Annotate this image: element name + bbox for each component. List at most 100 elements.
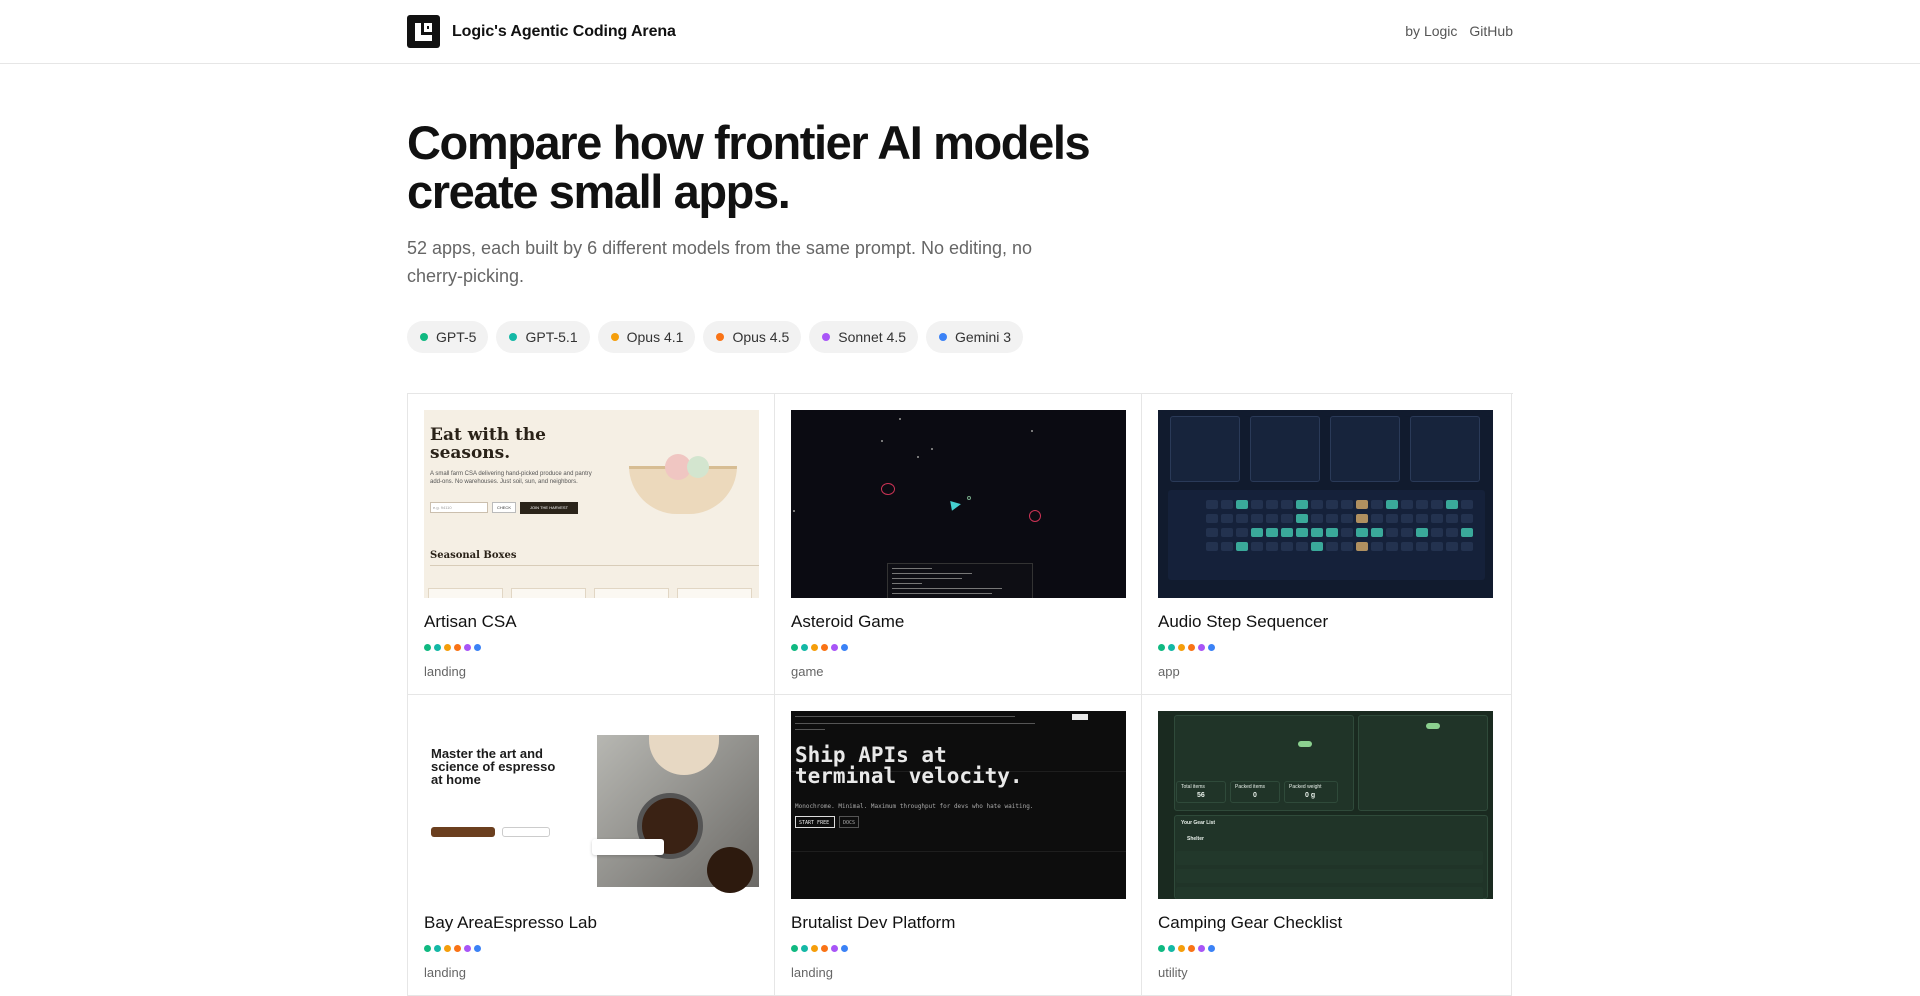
step-cell[interactable] xyxy=(1251,528,1263,537)
step-cell[interactable] xyxy=(1416,514,1428,523)
step-cell[interactable] xyxy=(1251,542,1263,551)
step-cell[interactable] xyxy=(1326,528,1338,537)
step-cell[interactable] xyxy=(1266,528,1278,537)
step-cell[interactable] xyxy=(1371,514,1383,523)
step-cell[interactable] xyxy=(1401,500,1413,509)
model-chip-gpt-5[interactable]: GPT-5 xyxy=(407,321,489,353)
step-cell[interactable] xyxy=(1311,528,1323,537)
step-cell[interactable] xyxy=(1206,542,1218,551)
step-cell[interactable] xyxy=(1356,514,1368,523)
step-cell[interactable] xyxy=(1341,514,1353,523)
step-cell[interactable] xyxy=(1461,528,1473,537)
step-cell[interactable] xyxy=(1296,528,1308,537)
step-cell[interactable] xyxy=(1281,528,1293,537)
model-chip-opus-4-1[interactable]: Opus 4.1 xyxy=(597,321,696,353)
model-chip-gpt-5-1[interactable]: GPT-5.1 xyxy=(496,321,590,353)
step-cell[interactable] xyxy=(1311,514,1323,523)
step-cell[interactable] xyxy=(1251,500,1263,509)
step-cell[interactable] xyxy=(1401,528,1413,537)
step-cell[interactable] xyxy=(1446,514,1458,523)
step-cell[interactable] xyxy=(1461,514,1473,523)
step-cell[interactable] xyxy=(1221,500,1233,509)
step-cell[interactable] xyxy=(1206,500,1218,509)
step-cell[interactable] xyxy=(1431,528,1443,537)
step-cell[interactable] xyxy=(1461,500,1473,509)
step-cell[interactable] xyxy=(1386,500,1398,509)
step-cell[interactable] xyxy=(1236,528,1248,537)
step-cell[interactable] xyxy=(1446,542,1458,551)
app-preview-thumbnail[interactable]: Ship APIs at terminal velocity. Monochro… xyxy=(791,711,1126,899)
step-cell[interactable] xyxy=(1236,542,1248,551)
step-cell[interactable] xyxy=(1326,542,1338,551)
step-cell[interactable] xyxy=(1386,542,1398,551)
step-cell[interactable] xyxy=(1356,542,1368,551)
app-title[interactable]: Asteroid Game xyxy=(791,612,1125,632)
step-cell[interactable] xyxy=(1266,500,1278,509)
app-title[interactable]: Artisan CSA xyxy=(424,612,758,632)
step-cell[interactable] xyxy=(1206,514,1218,523)
step-cell[interactable] xyxy=(1431,542,1443,551)
step-cell[interactable] xyxy=(1371,528,1383,537)
app-card-bay-area-espresso-lab[interactable]: Master the art and science of espresso a… xyxy=(408,695,775,996)
step-cell[interactable] xyxy=(1221,528,1233,537)
step-cell[interactable] xyxy=(1401,542,1413,551)
model-chip-opus-4-5[interactable]: Opus 4.5 xyxy=(703,321,802,353)
step-cell[interactable] xyxy=(1311,500,1323,509)
step-cell[interactable] xyxy=(1236,500,1248,509)
step-cell[interactable] xyxy=(1341,542,1353,551)
nav-link-github[interactable]: GitHub xyxy=(1469,23,1513,39)
step-cell[interactable] xyxy=(1401,514,1413,523)
brand[interactable]: Logic's Agentic Coding Arena xyxy=(407,15,676,48)
step-cell[interactable] xyxy=(1326,500,1338,509)
step-cell[interactable] xyxy=(1386,514,1398,523)
step-cell[interactable] xyxy=(1431,500,1443,509)
app-title[interactable]: Camping Gear Checklist xyxy=(1158,913,1495,933)
step-cell[interactable] xyxy=(1311,542,1323,551)
app-card-audio-step-sequencer[interactable]: Audio Step Sequencer app xyxy=(1142,394,1512,695)
app-card-camping-gear-checklist[interactable]: Total items 56 Packed items 0 Packed wei… xyxy=(1142,695,1512,996)
step-cell[interactable] xyxy=(1431,514,1443,523)
model-chip-gemini-3[interactable]: Gemini 3 xyxy=(926,321,1024,353)
app-title[interactable]: Bay AreaEspresso Lab xyxy=(424,913,758,933)
step-cell[interactable] xyxy=(1371,500,1383,509)
step-cell[interactable] xyxy=(1266,514,1278,523)
app-preview-thumbnail[interactable] xyxy=(1158,410,1493,598)
step-cell[interactable] xyxy=(1386,528,1398,537)
nav-link-by-logic[interactable]: by Logic xyxy=(1405,23,1457,39)
app-preview-thumbnail[interactable] xyxy=(791,410,1126,598)
model-dot xyxy=(801,945,808,952)
app-card-asteroid-game[interactable]: Asteroid Game game xyxy=(775,394,1142,695)
model-chip-sonnet-4-5[interactable]: Sonnet 4.5 xyxy=(809,321,918,353)
step-cell[interactable] xyxy=(1341,528,1353,537)
step-cell[interactable] xyxy=(1371,542,1383,551)
app-card-brutalist-dev-platform[interactable]: Ship APIs at terminal velocity. Monochro… xyxy=(775,695,1142,996)
step-cell[interactable] xyxy=(1221,514,1233,523)
step-cell[interactable] xyxy=(1296,500,1308,509)
step-cell[interactable] xyxy=(1356,528,1368,537)
step-cell[interactable] xyxy=(1206,528,1218,537)
step-cell[interactable] xyxy=(1356,500,1368,509)
step-cell[interactable] xyxy=(1281,542,1293,551)
app-title[interactable]: Brutalist Dev Platform xyxy=(791,913,1125,933)
step-cell[interactable] xyxy=(1281,500,1293,509)
app-preview-thumbnail[interactable]: Total items 56 Packed items 0 Packed wei… xyxy=(1158,711,1493,899)
step-cell[interactable] xyxy=(1296,542,1308,551)
step-cell[interactable] xyxy=(1461,542,1473,551)
app-preview-thumbnail[interactable]: Master the art and science of espresso a… xyxy=(424,711,759,899)
step-cell[interactable] xyxy=(1446,528,1458,537)
step-cell[interactable] xyxy=(1416,542,1428,551)
step-cell[interactable] xyxy=(1416,528,1428,537)
app-card-artisan-csa[interactable]: Eat with the seasons. A small farm CSA d… xyxy=(408,394,775,695)
step-cell[interactable] xyxy=(1446,500,1458,509)
step-cell[interactable] xyxy=(1341,500,1353,509)
step-cell[interactable] xyxy=(1221,542,1233,551)
app-preview-thumbnail[interactable]: Eat with the seasons. A small farm CSA d… xyxy=(424,410,759,598)
step-cell[interactable] xyxy=(1296,514,1308,523)
step-cell[interactable] xyxy=(1326,514,1338,523)
step-cell[interactable] xyxy=(1416,500,1428,509)
app-title[interactable]: Audio Step Sequencer xyxy=(1158,612,1495,632)
step-cell[interactable] xyxy=(1266,542,1278,551)
step-cell[interactable] xyxy=(1251,514,1263,523)
step-cell[interactable] xyxy=(1236,514,1248,523)
step-cell[interactable] xyxy=(1281,514,1293,523)
